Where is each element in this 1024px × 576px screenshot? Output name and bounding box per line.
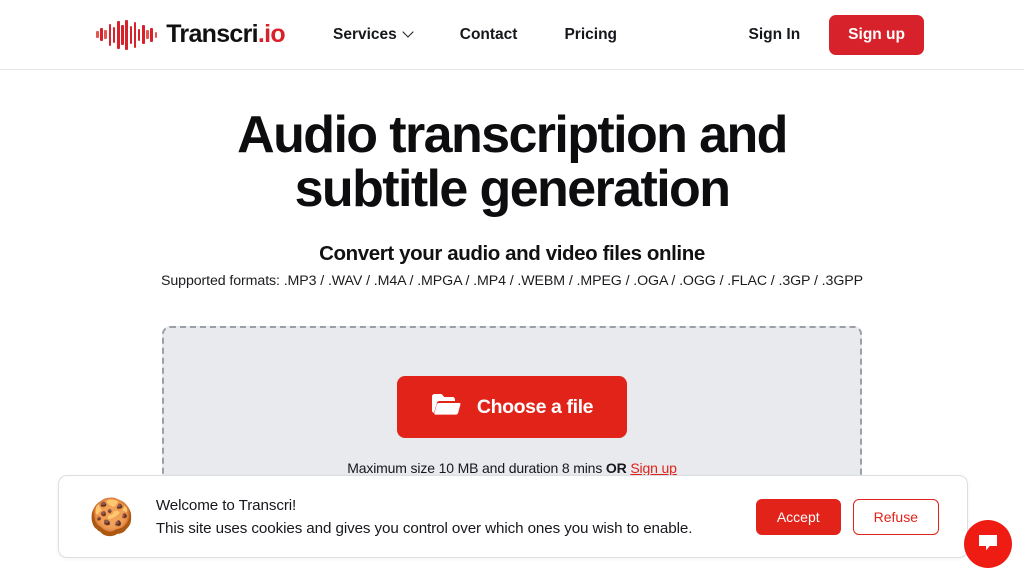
nav-item-contact-label: Contact: [459, 25, 518, 43]
page-title-line-2: subtitle generation: [294, 160, 731, 219]
nav-item-contact[interactable]: Contact: [460, 26, 518, 44]
cookie-banner-text: Welcome to Transcri! This site uses cook…: [156, 497, 734, 537]
main-navigation: Services Contact Pricing: [333, 26, 617, 44]
dropzone-limits-prefix: Maximum size 10 MB and duration 8 mins: [347, 460, 606, 476]
dropzone-signup-link[interactable]: Sign up: [630, 460, 677, 476]
sign-up-button[interactable]: Sign up: [829, 14, 924, 55]
cookie-consent-banner: 🍪 Welcome to Transcri! This site uses co…: [58, 475, 968, 558]
cookie-banner-body: This site uses cookies and gives you con…: [155, 519, 693, 537]
choose-file-label: Choose a file: [476, 395, 594, 418]
cookie-banner-actions: Accept Refuse: [755, 498, 939, 535]
cookie-banner-title: Welcome to Transcri!: [155, 496, 297, 514]
nav-item-services[interactable]: Services: [333, 26, 413, 44]
hero-section: Audio transcription and subtitle generat…: [0, 70, 1024, 289]
dropzone-limits-note: Maximum size 10 MB and duration 8 mins O…: [347, 460, 677, 476]
sign-in-link[interactable]: Sign In: [749, 26, 801, 44]
site-header: Transcri.io Services Contact Pricing Sig…: [0, 0, 1024, 70]
supported-formats-text: Supported formats: .MP3 / .WAV / .M4A / …: [161, 273, 863, 290]
dropzone-limits-or: OR: [605, 460, 627, 476]
chat-widget-button[interactable]: [964, 520, 1012, 568]
nav-item-pricing[interactable]: Pricing: [564, 26, 617, 44]
open-folder-icon: [431, 392, 461, 422]
brand-logo[interactable]: Transcri.io: [96, 18, 286, 52]
brand-name: Transcri.io: [166, 20, 285, 49]
nav-item-services-label: Services: [332, 25, 397, 43]
audio-waveform-icon: [96, 18, 158, 52]
chat-bubble-icon: [977, 533, 999, 556]
brand-name-suffix: .io: [257, 20, 286, 48]
chevron-down-icon: [404, 28, 413, 37]
nav-item-pricing-label: Pricing: [564, 25, 618, 43]
cookie-icon: 🍪: [89, 495, 134, 537]
brand-name-primary: Transcri: [166, 20, 258, 48]
choose-file-button[interactable]: Choose a file: [396, 376, 628, 438]
page-title-line-1: Audio transcription and: [237, 106, 788, 164]
page-title: Audio transcription and subtitle generat…: [152, 108, 872, 216]
header-actions: Sign In Sign up: [749, 14, 924, 55]
accept-cookies-button[interactable]: Accept: [755, 498, 841, 535]
refuse-cookies-button[interactable]: Refuse: [852, 498, 939, 535]
hero-subtitle: Convert your audio and video files onlin…: [319, 242, 705, 266]
